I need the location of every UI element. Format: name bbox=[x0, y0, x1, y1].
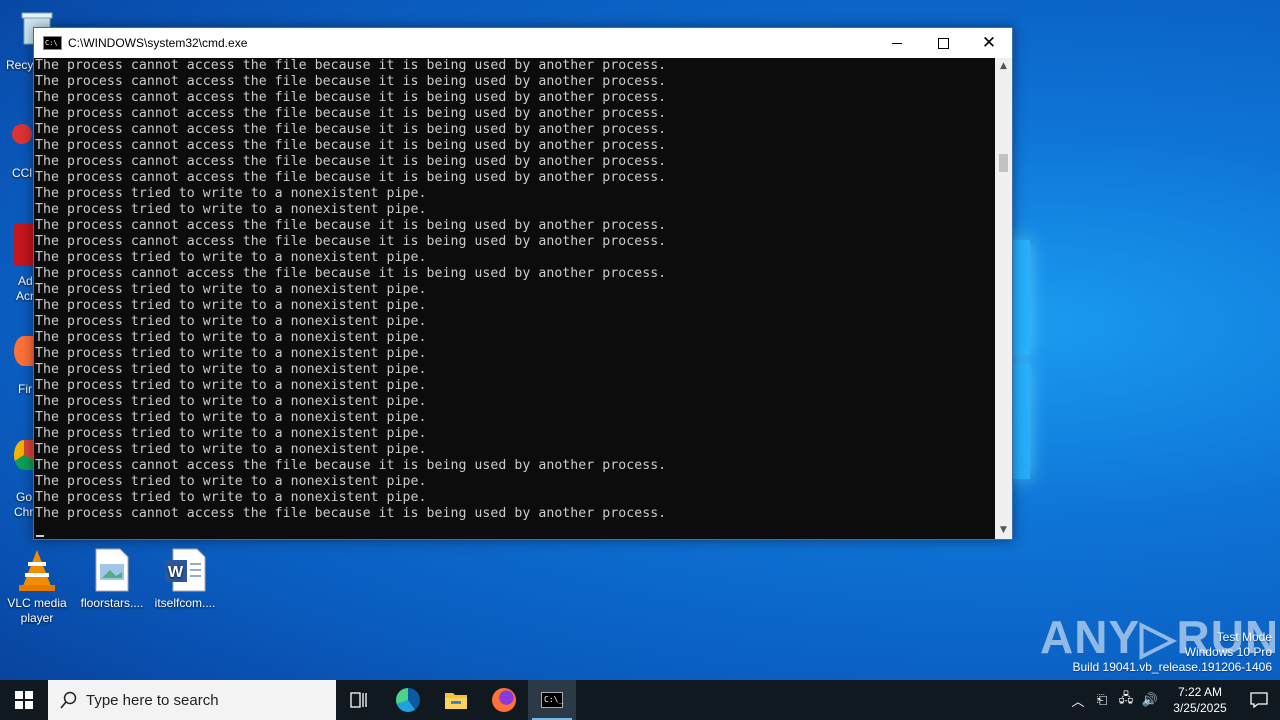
scroll-down-arrow-icon[interactable]: ▼ bbox=[995, 522, 1012, 539]
taskbar-clock[interactable]: 7:22 AM 3/25/2025 bbox=[1162, 684, 1238, 716]
close-icon: ✕ bbox=[981, 32, 997, 53]
desktop-icon-chrome[interactable] bbox=[14, 440, 34, 480]
windows-start-icon bbox=[15, 691, 33, 709]
console-text: The process cannot access the file becau… bbox=[35, 58, 667, 521]
ccleaner-icon bbox=[12, 124, 32, 144]
word-document-icon: W bbox=[163, 548, 207, 592]
desktop-icon-floorstars[interactable]: floorstars.... bbox=[75, 548, 149, 611]
cmd-app-icon: C:\ bbox=[43, 36, 62, 50]
desktop-icon-label: floorstars.... bbox=[80, 596, 144, 610]
vlc-cone-icon bbox=[15, 548, 59, 592]
taskbar: Type here to search C:\_ ︿ ⎗ 🖧 🔊 7:22 AM… bbox=[0, 680, 1280, 720]
tray-overflow-chevron-icon[interactable]: ︿ bbox=[1066, 691, 1090, 710]
desktop-icon-ccleaner[interactable] bbox=[12, 120, 34, 160]
watermark-build: Build 19041.vb_release.191206-1406 bbox=[1072, 660, 1273, 674]
minimize-button[interactable] bbox=[874, 28, 920, 58]
tray-device-icon[interactable]: ⎗ bbox=[1090, 693, 1114, 708]
adobe-acrobat-icon bbox=[14, 224, 34, 266]
maximize-icon bbox=[937, 37, 949, 49]
desktop-label-firefox: Fir bbox=[18, 382, 32, 396]
desktop-icon-itselfcom[interactable]: W itselfcom.... bbox=[148, 548, 222, 611]
desktop-icon-firefox[interactable] bbox=[14, 336, 34, 376]
chrome-icon bbox=[14, 440, 34, 470]
vertical-scrollbar[interactable]: ▲ ▼ bbox=[995, 58, 1012, 539]
clock-time: 7:22 AM bbox=[1177, 685, 1223, 699]
search-placeholder: Type here to search bbox=[86, 691, 219, 709]
clock-date: 3/25/2025 bbox=[1173, 701, 1227, 715]
console-output[interactable]: The process cannot access the file becau… bbox=[34, 58, 994, 539]
desktop-label-chrome-1: Go bbox=[16, 490, 33, 504]
scroll-up-arrow-icon[interactable]: ▲ bbox=[995, 58, 1012, 75]
taskbar-file-explorer[interactable] bbox=[432, 680, 480, 720]
start-button[interactable] bbox=[0, 680, 48, 720]
action-center-button[interactable] bbox=[1238, 692, 1280, 708]
network-icon[interactable]: 🖧 bbox=[1114, 689, 1138, 711]
desktop-label-adobe-2: Acr bbox=[16, 289, 34, 303]
scrollbar-thumb[interactable] bbox=[999, 154, 1008, 172]
cmd-window[interactable]: C:\ C:\WINDOWS\system32\cmd.exe ✕ The pr… bbox=[33, 27, 1013, 540]
desktop-label-recycle: Recy bbox=[6, 58, 34, 72]
cmd-icon: C:\_ bbox=[541, 692, 563, 708]
taskbar-search-box[interactable]: Type here to search bbox=[48, 680, 336, 720]
firefox-icon bbox=[492, 688, 516, 712]
desktop-icon-adobe[interactable] bbox=[14, 224, 34, 268]
desktop-icon-label: itselfcom.... bbox=[154, 596, 216, 610]
console-cursor bbox=[36, 535, 44, 537]
svg-text:W: W bbox=[168, 564, 184, 581]
notification-icon bbox=[1250, 692, 1268, 708]
firefox-icon bbox=[14, 336, 34, 366]
image-file-icon bbox=[90, 548, 134, 592]
folder-icon bbox=[445, 693, 467, 709]
minimize-icon bbox=[892, 42, 902, 44]
windows-wallpaper-logo bbox=[1010, 240, 1030, 480]
cmd-window-title: C:\WINDOWS\system32\cmd.exe bbox=[68, 36, 248, 50]
search-icon bbox=[60, 691, 77, 709]
desktop-label-ccleaner: CCl bbox=[12, 166, 32, 180]
task-view-icon bbox=[350, 692, 367, 708]
desktop-icon-vlc[interactable]: VLC media player bbox=[0, 548, 74, 626]
taskbar-edge[interactable] bbox=[384, 680, 432, 720]
taskbar-cmd[interactable]: C:\_ bbox=[528, 680, 576, 720]
system-tray: ︿ ⎗ 🖧 🔊 7:22 AM 3/25/2025 bbox=[1066, 680, 1280, 720]
watermark-test-mode: Test Mode bbox=[1216, 630, 1272, 644]
edge-icon bbox=[396, 688, 420, 712]
desktop-icon-label: VLC media player bbox=[7, 596, 67, 625]
maximize-button[interactable] bbox=[920, 28, 966, 58]
task-view-button[interactable] bbox=[336, 680, 384, 720]
volume-icon[interactable]: 🔊 bbox=[1138, 693, 1162, 708]
cmd-titlebar[interactable]: C:\ C:\WINDOWS\system32\cmd.exe ✕ bbox=[34, 28, 1012, 58]
desktop-label-chrome-2: Chr bbox=[14, 505, 34, 519]
close-button[interactable]: ✕ bbox=[966, 28, 1012, 58]
watermark-edition: Windows 10 Pro bbox=[1184, 645, 1272, 659]
taskbar-firefox[interactable] bbox=[480, 680, 528, 720]
desktop-label-adobe-1: Ad bbox=[18, 274, 33, 288]
windows-watermark: Test Mode Windows 10 Pro Build 19041.vb_… bbox=[1073, 630, 1273, 675]
